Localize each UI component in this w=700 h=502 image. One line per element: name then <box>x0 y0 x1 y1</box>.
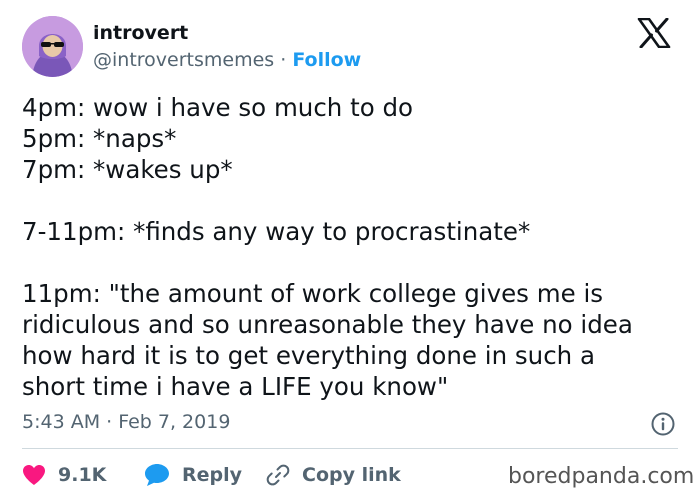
tweet-line: ridiculous and so unreasonable they have… <box>22 310 633 339</box>
like-count: 9.1K <box>58 464 107 486</box>
copy-link-label: Copy link <box>302 464 401 486</box>
heart-icon <box>23 465 45 485</box>
link-icon <box>266 464 290 486</box>
speech-bubble-icon <box>145 464 169 486</box>
x-logo-icon[interactable] <box>637 17 671 49</box>
tweet-timestamp[interactable]: 5:43 AM · Feb 7, 2019 <box>22 411 230 433</box>
divider <box>22 448 678 449</box>
follow-button[interactable]: Follow <box>292 49 361 71</box>
avatar[interactable] <box>22 16 83 77</box>
tweet-line: 11pm: "the amount of work college gives … <box>22 279 604 308</box>
author-handle[interactable]: @introvertsmemes <box>93 49 274 71</box>
tweet-line: how hard it is to get everything done in… <box>22 341 595 370</box>
handle-separator: · <box>280 49 287 71</box>
like-button[interactable]: 9.1K <box>22 460 106 490</box>
tweet-line: short time i have a LIFE you know" <box>22 372 449 401</box>
reply-button[interactable]: Reply <box>144 460 242 490</box>
author-name[interactable]: introvert <box>93 22 188 44</box>
tweet-line: 5pm: *naps* <box>22 124 177 153</box>
reply-label: Reply <box>182 464 243 486</box>
tweet-line: 7-11pm: *finds any way to procrastinate* <box>22 217 531 246</box>
tweet-line: 4pm: wow i have so much to do <box>22 93 414 122</box>
tweet-line: 7pm: *wakes up* <box>22 155 233 184</box>
author-handle-row: @introvertsmemes · Follow <box>93 49 361 71</box>
watermark: boredpanda.com <box>508 464 695 489</box>
info-icon[interactable] <box>650 411 676 437</box>
copy-link-button[interactable]: Copy link <box>266 460 401 490</box>
tweet-text: 4pm: wow i have so much to do 5pm: *naps… <box>22 92 682 402</box>
